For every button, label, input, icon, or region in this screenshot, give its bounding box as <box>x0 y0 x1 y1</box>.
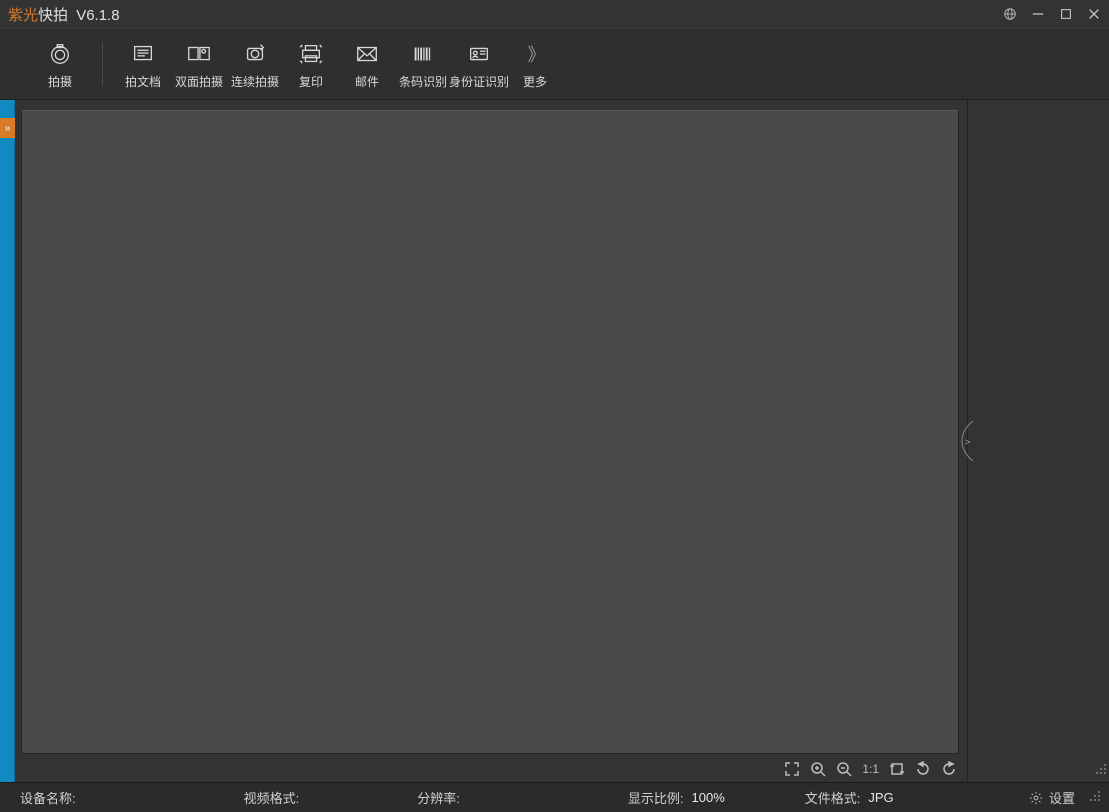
status-device-label: 设备名称: <box>20 788 76 807</box>
mail-button[interactable]: 邮件 <box>339 34 395 94</box>
capture-label: 拍摄 <box>48 73 72 90</box>
continuous-button[interactable]: 连续拍摄 <box>227 34 283 94</box>
more-button[interactable]: 》 更多 <box>507 34 563 94</box>
mail-label: 邮件 <box>355 73 379 90</box>
zoom-out-button[interactable] <box>836 761 852 777</box>
chevron-right-icon: 》 <box>528 39 543 69</box>
status-device: 设备名称: <box>20 788 84 807</box>
idcard-label: 身份证识别 <box>449 73 509 90</box>
canvas-area: 1:1 <box>15 100 967 782</box>
resize-grip-icon[interactable] <box>1095 762 1107 780</box>
status-resolution-label: 分辨率: <box>417 788 460 807</box>
double-side-button[interactable]: 双面拍摄 <box>171 34 227 94</box>
document-icon <box>130 39 156 69</box>
svg-text:>: > <box>965 437 970 447</box>
status-resolution: 分辨率: <box>417 788 468 807</box>
settings-button[interactable]: 设置 <box>1029 788 1075 807</box>
barcode-icon <box>410 39 436 69</box>
status-file-format-value: JPG <box>868 790 893 805</box>
capture-button[interactable]: 拍摄 <box>30 34 90 94</box>
main-toolbar: 拍摄 拍文档 双面拍摄 连续拍摄 复印 邮件 条码识别 <box>0 28 1109 100</box>
status-video-format: 视频格式: <box>244 788 308 807</box>
preview-canvas[interactable] <box>21 110 959 754</box>
fit-screen-button[interactable] <box>784 761 800 777</box>
idcard-icon <box>466 39 492 69</box>
left-panel-expand[interactable]: » <box>0 118 15 138</box>
idcard-button[interactable]: 身份证识别 <box>451 34 507 94</box>
title-version: V6.1.8 <box>76 7 119 24</box>
right-panel: > <box>967 100 1109 782</box>
double-side-label: 双面拍摄 <box>175 73 223 90</box>
continuous-icon <box>242 39 268 69</box>
more-label: 更多 <box>523 73 547 90</box>
workarea: » 1:1 > <box>0 100 1109 782</box>
status-file-format-label: 文件格式: <box>805 788 861 807</box>
right-panel-collapse[interactable]: > <box>960 420 974 462</box>
copy-label: 复印 <box>299 73 323 90</box>
status-file-format: 文件格式: JPG <box>805 788 894 807</box>
app-title: 紫光快拍 V6.1.8 <box>8 4 120 25</box>
double-side-icon <box>186 39 212 69</box>
maximize-button[interactable] <box>1059 7 1073 21</box>
left-panel-edge[interactable]: » <box>0 100 15 782</box>
status-bar: 设备名称: 视频格式: 分辨率: 显示比例: 100% 文件格式: JPG 设置 <box>0 782 1109 812</box>
barcode-label: 条码识别 <box>399 73 447 90</box>
minimize-button[interactable] <box>1031 7 1045 21</box>
mail-icon <box>354 39 380 69</box>
gear-icon <box>1029 791 1043 805</box>
status-zoom-value: 100% <box>692 790 725 805</box>
window-resize-grip-icon[interactable] <box>1089 790 1101 805</box>
rotate-left-button[interactable] <box>915 761 931 777</box>
actual-size-button[interactable]: 1:1 <box>862 762 879 776</box>
barcode-button[interactable]: 条码识别 <box>395 34 451 94</box>
print-icon <box>298 39 324 69</box>
capture-doc-label: 拍文档 <box>125 73 161 90</box>
status-video-format-label: 视频格式: <box>244 788 300 807</box>
rotate-right-button[interactable] <box>941 761 957 777</box>
window-controls <box>1003 7 1101 21</box>
camera-icon <box>47 39 73 69</box>
settings-label: 设置 <box>1049 788 1075 807</box>
title-app: 快拍 <box>38 7 68 24</box>
copy-button[interactable]: 复印 <box>283 34 339 94</box>
canvas-toolbar: 1:1 <box>15 756 967 782</box>
language-icon[interactable] <box>1003 7 1017 21</box>
close-button[interactable] <box>1087 7 1101 21</box>
status-zoom: 显示比例: 100% <box>628 788 725 807</box>
toolbar-divider <box>102 42 103 86</box>
titlebar: 紫光快拍 V6.1.8 <box>0 0 1109 28</box>
title-brand: 紫光 <box>8 7 38 24</box>
crop-button[interactable] <box>889 761 905 777</box>
continuous-label: 连续拍摄 <box>231 73 279 90</box>
status-zoom-label: 显示比例: <box>628 788 684 807</box>
capture-doc-button[interactable]: 拍文档 <box>115 34 171 94</box>
zoom-in-button[interactable] <box>810 761 826 777</box>
